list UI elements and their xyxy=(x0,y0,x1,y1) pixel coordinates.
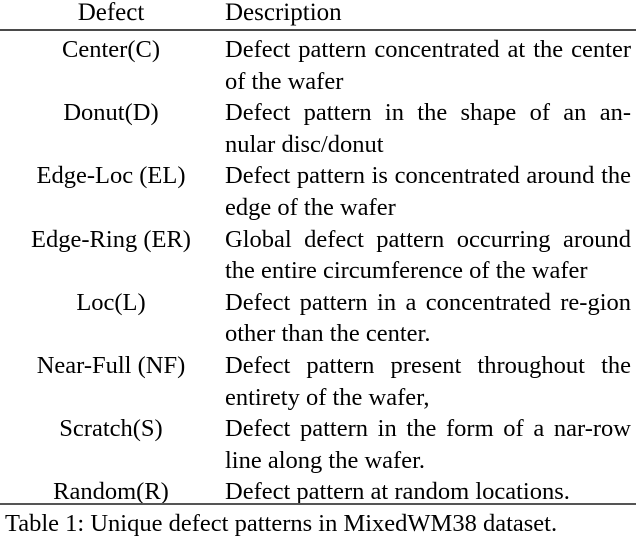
desc-line: the wafer xyxy=(495,257,588,285)
table-body: Center(C) Defect pattern concentrated at… xyxy=(0,31,636,508)
table-row: Edge-Ring (ER) Global defect pattern occ… xyxy=(0,224,636,287)
column-header-description: Description xyxy=(225,0,342,26)
table-caption: Table 1: Unique defect patterns in Mixed… xyxy=(5,510,558,537)
defect-description-near-full: Defect pattern present throughout the en… xyxy=(222,350,636,413)
desc-line: Defect pattern is concentrated xyxy=(225,162,520,190)
table-row: Loc(L) Defect pattern in a concentrated … xyxy=(0,287,636,350)
desc-line: Defect pattern concentrated at the xyxy=(225,36,564,63)
desc-line: Defect pattern at random locations. xyxy=(225,478,570,506)
desc-line: Defect pattern in a concentrated re- xyxy=(225,288,588,316)
table-row: Donut(D) Defect pattern in the shape of … xyxy=(0,97,636,160)
defect-description-center: Defect pattern concentrated at the cente… xyxy=(222,31,636,97)
defect-label-edge-loc: Edge-Loc (EL) xyxy=(36,162,186,190)
defect-description-loc: Defect pattern in a concentrated re-gion… xyxy=(222,287,636,350)
table-row: Near-Full (NF) Defect pattern present th… xyxy=(0,350,636,413)
paper-table-figure: Defect Description Center(C) Defect patt… xyxy=(0,0,640,539)
defect-description-donut: Defect pattern in the shape of an an-nul… xyxy=(222,97,636,160)
column-header-defect: Defect xyxy=(77,0,145,26)
table-row: Edge-Loc (EL) Defect pattern is concentr… xyxy=(0,160,636,223)
desc-line: Global defect pattern occurring xyxy=(225,225,551,253)
defect-label-near-full: Near-Full (NF) xyxy=(36,351,186,379)
defect-description-scratch: Defect pattern in the form of a nar-row … xyxy=(222,413,636,476)
defect-label-loc: Loc(L) xyxy=(76,288,146,316)
defect-label-center: Center(C) xyxy=(62,36,160,63)
defect-label-edge-ring: Edge-Ring (ER) xyxy=(31,225,191,253)
defect-description-edge-ring: Global defect pattern occurring around t… xyxy=(222,224,636,287)
defect-description-edge-loc: Defect pattern is concentrated around th… xyxy=(222,160,636,223)
defect-table-container: Defect Description Center(C) Defect patt… xyxy=(0,0,640,508)
table-row: Center(C) Defect pattern concentrated at… xyxy=(0,31,636,97)
desc-line: Defect pattern in the shape of an an- xyxy=(225,99,631,127)
desc-line: Defect pattern present throughout xyxy=(225,351,585,379)
desc-line: nular disc/donut xyxy=(225,130,384,158)
defect-label-donut: Donut(D) xyxy=(63,99,159,127)
defect-label-scratch: Scratch(S) xyxy=(59,415,163,443)
table-caption-block: Table 1: Unique defect patterns in Mixed… xyxy=(0,503,640,539)
desc-line: Defect pattern in the form of a nar- xyxy=(225,415,593,443)
table-header: Defect Description xyxy=(0,0,636,31)
table-row: Scratch(S) Defect pattern in the form of… xyxy=(0,413,636,476)
table-header-row: Defect Description xyxy=(0,0,636,29)
defect-table: Defect Description Center(C) Defect patt… xyxy=(0,0,636,508)
